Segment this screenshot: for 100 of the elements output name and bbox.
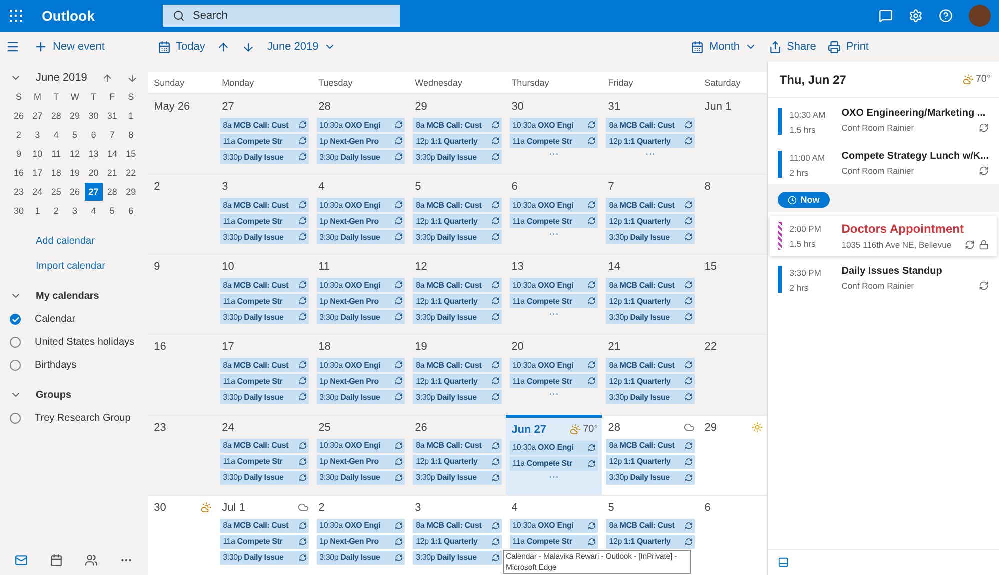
day-cell[interactable]: Jun 1 xyxy=(698,94,767,174)
agenda-event[interactable]: 2:00 PM 1.5 hrs Doctors Appointment 1035 116th Ave NE, Bellevue xyxy=(770,216,997,256)
mini-calendar-day[interactable]: 24 xyxy=(28,183,47,201)
event-chip[interactable]: 8a MCB Call: Cust xyxy=(606,118,695,132)
mini-calendar-day[interactable]: 17 xyxy=(28,164,47,182)
search-field[interactable]: Search xyxy=(163,5,400,27)
mini-calendar-day[interactable]: 21 xyxy=(103,164,122,182)
event-chip[interactable]: 3:30p Daily Issue xyxy=(413,230,502,244)
mini-calendar-day[interactable]: 13 xyxy=(84,145,103,163)
view-dropdown[interactable]: Month xyxy=(685,40,764,54)
next-icon[interactable] xyxy=(242,40,256,54)
day-cell[interactable]: 22 xyxy=(698,334,767,415)
day-cell[interactable]: 6 10:30a OXO Engi 11a Compete Str ··· xyxy=(506,174,602,254)
day-cell[interactable]: 12 8a MCB Call: Cust 12p 1:1 Quarterly 3:30p Daily Issue xyxy=(409,254,506,334)
event-chip[interactable]: 8a MCB Call: Cust xyxy=(413,278,502,292)
mini-calendar-day[interactable]: 25 xyxy=(47,183,66,201)
event-chip[interactable]: 1p Next-Gen Pro xyxy=(316,454,406,469)
calendar-icon[interactable] xyxy=(50,554,64,567)
event-chip[interactable]: 10:30a OXO Engi xyxy=(316,198,406,212)
event-chip[interactable]: 12p 1:1 Quarterly xyxy=(606,454,695,469)
mini-calendar-day[interactable]: 7 xyxy=(103,126,122,144)
event-chip[interactable]: 8a MCB Call: Cust xyxy=(220,198,309,212)
day-cell[interactable]: 2 xyxy=(148,174,216,254)
day-cell[interactable]: 19 8a MCB Call: Cust 12p 1:1 Quarterly 3:30p Daily Issue xyxy=(409,334,506,415)
next-month-icon[interactable] xyxy=(127,72,138,84)
event-chip[interactable]: 8a MCB Call: Cust xyxy=(606,358,695,372)
mini-calendar-day[interactable]: 4 xyxy=(47,126,66,144)
mini-calendar-day[interactable]: 30 xyxy=(10,202,28,220)
event-chip[interactable]: 12p 1:1 Quarterly xyxy=(413,134,502,148)
app-launcher-icon[interactable] xyxy=(10,10,22,22)
mini-calendar-day[interactable]: 1 xyxy=(28,202,47,220)
event-chip[interactable]: 12p 1:1 Quarterly xyxy=(413,294,502,308)
event-chip[interactable]: 3:30p Daily Issue xyxy=(316,150,406,164)
event-chip[interactable]: 3:30p Daily Issue xyxy=(413,150,502,164)
mini-calendar-day[interactable]: 5 xyxy=(66,126,84,144)
event-chip[interactable]: 11a Compete Str xyxy=(220,214,309,228)
mini-calendar-day[interactable]: 2 xyxy=(10,126,28,144)
event-chip[interactable]: 8a MCB Call: Cust xyxy=(220,358,309,372)
mini-calendar-day[interactable]: 9 xyxy=(10,145,28,163)
event-chip[interactable]: 3:30p Daily Issue xyxy=(316,550,406,565)
today-button[interactable]: Today xyxy=(152,40,212,54)
mini-calendar-day[interactable]: 16 xyxy=(10,164,28,182)
event-chip[interactable]: 11a Compete Str xyxy=(510,214,598,228)
day-cell[interactable]: 5 8a MCB Call: Cust 12p 1:1 Quarterly 3:30p Daily Issue xyxy=(409,174,506,254)
day-cell[interactable]: 24 8a MCB Call: Cust 11a Compete Str 3:30p Daily Issue xyxy=(216,414,313,495)
event-chip[interactable]: 3:30p Daily Issue xyxy=(606,470,695,485)
event-chip[interactable]: 8a MCB Call: Cust xyxy=(413,518,502,533)
day-cell[interactable]: 21 8a MCB Call: Cust 12p 1:1 Quarterly 3:30p Daily Issue xyxy=(602,334,699,415)
event-chip[interactable]: 3:30p Daily Issue xyxy=(606,390,695,404)
event-chip[interactable]: 3:30p Daily Issue xyxy=(413,390,502,404)
day-cell[interactable]: 31 8a MCB Call: Cust 12p 1:1 Quarterly ··· xyxy=(602,94,699,174)
day-cell[interactable]: 29 8a MCB Call: Cust 12p 1:1 Quarterly 3:30p Daily Issue xyxy=(409,94,506,174)
new-event-button[interactable]: New event xyxy=(28,40,111,54)
mini-calendar-day[interactable]: 28 xyxy=(47,107,66,125)
event-chip[interactable]: 10:30a OXO Engi xyxy=(510,440,598,455)
event-chip[interactable]: 1p Next-Gen Pro xyxy=(316,134,406,148)
mini-calendar-day[interactable]: 6 xyxy=(122,202,140,220)
event-chip[interactable]: 11a Compete Str xyxy=(220,134,309,148)
mini-calendar-day[interactable]: 23 xyxy=(10,183,28,201)
event-chip[interactable]: 10:30a OXO Engi xyxy=(510,198,598,212)
panel-icon[interactable] xyxy=(778,557,789,568)
mini-calendar-day[interactable]: 22 xyxy=(122,164,140,182)
mini-calendar-day[interactable]: 12 xyxy=(66,145,84,163)
previous-month-icon[interactable] xyxy=(102,72,114,84)
mini-calendar-day[interactable]: 5 xyxy=(103,202,122,220)
event-chip[interactable]: 8a MCB Call: Cust xyxy=(413,198,502,212)
more-events-link[interactable]: ··· xyxy=(548,310,559,320)
mini-calendar-day[interactable]: 10 xyxy=(28,145,47,163)
event-chip[interactable]: 1p Next-Gen Pro xyxy=(316,294,406,308)
event-chip[interactable]: 3:30p Daily Issue xyxy=(606,310,695,324)
mini-calendar-day[interactable]: 2 xyxy=(47,202,66,220)
help-icon[interactable] xyxy=(939,9,953,23)
event-chip[interactable]: 3:30p Daily Issue xyxy=(316,470,406,485)
event-chip[interactable]: 11a Compete Str xyxy=(510,534,598,549)
mini-calendar-day[interactable]: 14 xyxy=(103,145,122,163)
day-cell[interactable]: 30 10:30a OXO Engi 11a Compete Str ··· xyxy=(506,94,602,174)
day-cell[interactable]: 20 10:30a OXO Engi 11a Compete Str ··· xyxy=(506,334,602,415)
event-chip[interactable]: 10:30a OXO Engi xyxy=(316,518,406,533)
calendar-name[interactable]: Calendar xyxy=(35,314,76,325)
calendar-name[interactable]: Birthdays xyxy=(35,360,77,371)
more-events-link[interactable]: ··· xyxy=(548,390,559,400)
day-cell[interactable]: 28 10:30a OXO Engi 1p Next-Gen Pro 3:30p Daily Issue xyxy=(312,94,410,174)
event-chip[interactable]: 12p 1:1 Quarterly xyxy=(606,214,695,228)
event-chip[interactable]: 10:30a OXO Engi xyxy=(316,118,406,132)
day-cell[interactable]: 11 10:30a OXO Engi 1p Next-Gen Pro 3:30p Daily Issue xyxy=(312,254,410,334)
event-chip[interactable]: 10:30a OXO Engi xyxy=(510,518,598,533)
event-chip[interactable]: 12p 1:1 Quarterly xyxy=(606,534,695,549)
day-cell[interactable]: 3 8a MCB Call: Cust 11a Compete Str 3:30p Daily Issue xyxy=(216,174,313,254)
event-chip[interactable]: 3:30p Daily Issue xyxy=(413,470,502,485)
day-cell[interactable]: 14 8a MCB Call: Cust 12p 1:1 Quarterly 3:30p Daily Issue xyxy=(602,254,699,334)
event-chip[interactable]: 8a MCB Call: Cust xyxy=(220,518,309,533)
event-chip[interactable]: 3:30p Daily Issue xyxy=(606,230,695,244)
event-chip[interactable]: 3:30p Daily Issue xyxy=(220,150,309,164)
event-chip[interactable]: 12p 1:1 Quarterly xyxy=(606,294,695,308)
mini-calendar-day[interactable]: 29 xyxy=(66,107,84,125)
event-chip[interactable]: 3:30p Daily Issue xyxy=(220,390,309,404)
event-chip[interactable]: 8a MCB Call: Cust xyxy=(606,278,695,292)
day-cell[interactable]: 27 8a MCB Call: Cust 11a Compete Str 3:30p Daily Issue xyxy=(216,94,313,174)
menu-icon[interactable] xyxy=(6,40,20,54)
day-cell[interactable]: 16 xyxy=(148,334,216,415)
